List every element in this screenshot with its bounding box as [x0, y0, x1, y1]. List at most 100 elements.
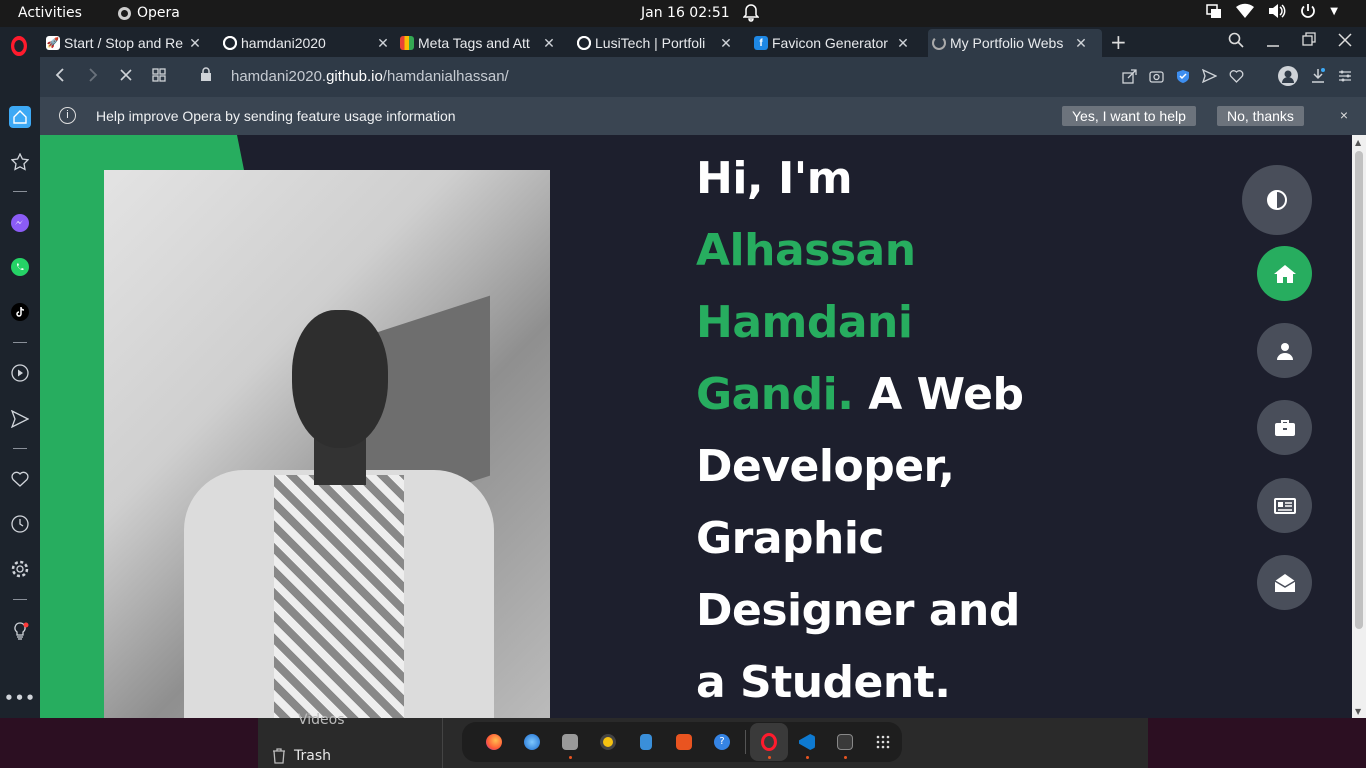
- tab[interactable]: LusiTech | Portfoli ✕: [577, 29, 745, 57]
- home-icon[interactable]: [9, 106, 31, 128]
- power-icon[interactable]: [1300, 3, 1316, 19]
- app-name: Opera: [137, 5, 180, 21]
- close-tab-icon[interactable]: ✕: [895, 35, 911, 52]
- address-field[interactable]: hamdani2020.github.io/hamdanialhassan/: [231, 68, 509, 85]
- clock[interactable]: Jan 16 02:51: [641, 5, 730, 21]
- download-icon[interactable]: [1310, 68, 1326, 84]
- lock-icon[interactable]: [200, 67, 212, 86]
- green-accent-bar: [40, 135, 104, 718]
- tab[interactable]: 🚀 Start / Stop and Re ✕: [46, 29, 214, 57]
- maximize-icon[interactable]: [1302, 32, 1316, 48]
- send-flow-icon[interactable]: [9, 408, 31, 430]
- tab-title: LusiTech | Portfoli: [595, 35, 706, 51]
- nav-portfolio-button[interactable]: [1257, 400, 1312, 455]
- colorful-favicon-icon: [400, 36, 414, 50]
- opera-dock-icon[interactable]: [750, 723, 788, 761]
- camera-icon[interactable]: [1149, 69, 1164, 83]
- close-tab-icon[interactable]: ✕: [541, 35, 557, 52]
- system-tray[interactable]: ▼: [1206, 3, 1338, 19]
- newspaper-icon: [1273, 497, 1296, 514]
- search-icon[interactable]: [1228, 32, 1244, 48]
- page-scrollbar[interactable]: ▲ ▼: [1352, 135, 1366, 718]
- nav-contact-button[interactable]: [1257, 555, 1312, 610]
- nav-blogs-button[interactable]: [1257, 478, 1312, 533]
- messenger-icon[interactable]: [9, 212, 31, 234]
- scrollbar-thumb[interactable]: [1355, 151, 1363, 629]
- display-icon[interactable]: [1206, 3, 1222, 19]
- hero-role-part5: a Student.: [696, 657, 951, 708]
- url-path: /hamdanialhassan/: [382, 68, 509, 85]
- heart-icon[interactable]: [9, 468, 31, 490]
- hero-name-line2: Hamdani: [696, 297, 913, 348]
- close-window-icon[interactable]: [1338, 32, 1352, 48]
- accept-button[interactable]: Yes, I want to help: [1062, 106, 1196, 126]
- info-message: Help improve Opera by sending feature us…: [96, 108, 456, 124]
- close-infobar-button[interactable]: ×: [1340, 107, 1348, 123]
- tab-overview-icon[interactable]: [152, 67, 166, 86]
- nav-about-button[interactable]: [1257, 323, 1312, 378]
- tab-active[interactable]: My Portfolio Webs ✕: [928, 29, 1102, 57]
- info-bar: i Help improve Opera by sending feature …: [40, 97, 1366, 135]
- close-tab-icon[interactable]: ✕: [187, 35, 203, 52]
- files-icon[interactable]: [551, 723, 589, 761]
- rhythmbox-icon[interactable]: [589, 723, 627, 761]
- volume-icon[interactable]: [1268, 3, 1286, 19]
- url-prefix: hamdani2020.: [231, 68, 327, 85]
- player-icon[interactable]: [9, 362, 31, 384]
- tab[interactable]: f Favicon Generator ✕: [754, 29, 922, 57]
- firefox-icon[interactable]: [475, 723, 513, 761]
- vscode-icon[interactable]: [788, 723, 826, 761]
- avatar[interactable]: [1278, 66, 1298, 86]
- activities-button[interactable]: Activities: [18, 5, 82, 21]
- app-grid-icon[interactable]: [864, 723, 902, 761]
- loading-icon: [932, 36, 946, 50]
- heart-icon[interactable]: [1229, 69, 1244, 83]
- chevron-down-icon[interactable]: ▼: [1330, 6, 1338, 17]
- software-center-icon[interactable]: [665, 723, 703, 761]
- files-trash-item[interactable]: Trash: [272, 748, 331, 764]
- tab[interactable]: Meta Tags and Att ✕: [400, 29, 568, 57]
- share-icon[interactable]: [1122, 68, 1137, 84]
- writer-icon[interactable]: [627, 723, 665, 761]
- back-icon[interactable]: [54, 67, 66, 87]
- star-icon[interactable]: [9, 151, 31, 173]
- tab[interactable]: hamdani2020 ✕: [223, 29, 391, 57]
- forward-icon[interactable]: [87, 67, 99, 87]
- close-tab-icon[interactable]: ✕: [1073, 35, 1089, 52]
- opera-menu-icon[interactable]: [11, 36, 27, 56]
- rocket-icon: 🚀: [46, 36, 60, 50]
- github-icon: [577, 36, 591, 50]
- tab-title: Start / Stop and Re: [64, 35, 184, 51]
- tab-title: hamdani2020: [241, 35, 326, 51]
- shield-icon[interactable]: [1176, 69, 1190, 84]
- lightbulb-icon[interactable]: [9, 620, 31, 642]
- send-icon[interactable]: [1202, 69, 1217, 83]
- files-videos-item[interactable]: Videos: [298, 712, 345, 728]
- more-icon[interactable]: •••: [4, 687, 35, 709]
- scroll-up-arrow[interactable]: ▲: [1355, 138, 1361, 147]
- scroll-down-arrow[interactable]: ▼: [1355, 707, 1361, 716]
- thunderbird-icon[interactable]: [513, 723, 551, 761]
- bell-icon[interactable]: [742, 4, 760, 26]
- stop-loading-icon[interactable]: [120, 67, 132, 87]
- app-menu[interactable]: Opera: [118, 5, 180, 21]
- envelope-open-icon: [1274, 573, 1295, 592]
- wifi-icon[interactable]: [1236, 3, 1255, 19]
- easy-setup-icon[interactable]: [1338, 69, 1352, 83]
- help-icon[interactable]: ?: [703, 723, 741, 761]
- close-tab-icon[interactable]: ✕: [718, 35, 734, 52]
- hero-role-part3: Graphic: [696, 513, 885, 564]
- whatsapp-icon[interactable]: [9, 256, 31, 278]
- settings-icon[interactable]: [9, 558, 31, 580]
- new-tab-button[interactable]: +: [1110, 30, 1127, 54]
- theme-toggle-button[interactable]: [1242, 165, 1312, 235]
- tiktok-icon[interactable]: [9, 301, 31, 323]
- close-tab-icon[interactable]: ✕: [375, 35, 391, 52]
- photo-shirt: [274, 475, 404, 718]
- nav-home-button[interactable]: [1257, 246, 1312, 301]
- decline-button[interactable]: No, thanks: [1217, 106, 1304, 126]
- history-icon[interactable]: [9, 513, 31, 535]
- terminal-icon[interactable]: [826, 723, 864, 761]
- minimize-icon[interactable]: [1266, 32, 1280, 48]
- hero-role-part2: Developer,: [696, 441, 955, 492]
